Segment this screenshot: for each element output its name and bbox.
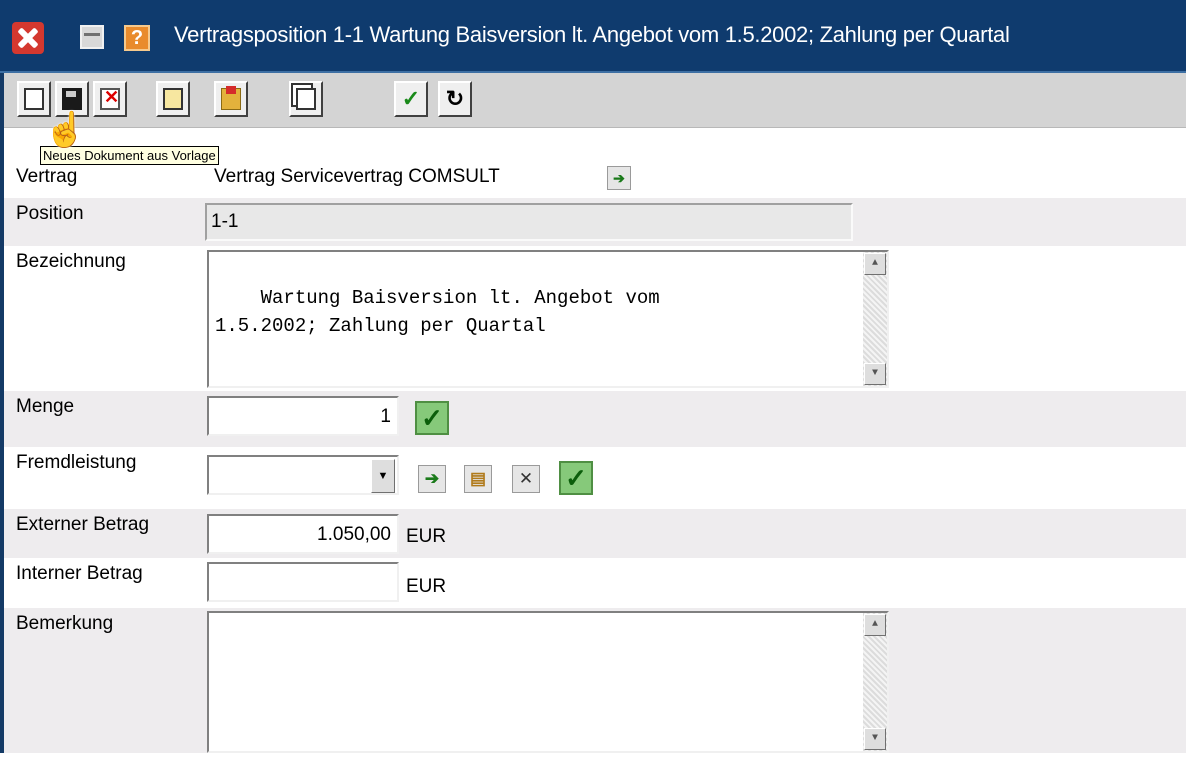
toolbar: ✓ ↻: [4, 73, 1186, 128]
clear-icon[interactable]: ✕: [512, 465, 540, 493]
structure-button[interactable]: [156, 81, 190, 117]
copy-icon: [296, 88, 316, 110]
paste-icon[interactable]: ▤: [464, 465, 492, 493]
interner-betrag-input[interactable]: [207, 562, 399, 602]
delete-icon: [100, 87, 120, 110]
row-menge: Menge 1 ✓: [4, 391, 1186, 447]
label-bemerkung: Bemerkung: [16, 613, 114, 634]
window-title: Vertragsposition 1-1 Wartung Baisversion…: [174, 22, 1010, 47]
row-bezeichnung: Bezeichnung Wartung Baisversion lt. Ange…: [4, 246, 1186, 391]
bemerkung-scrollbar[interactable]: ▲ ▼: [863, 613, 887, 751]
folder-icon: [221, 86, 241, 110]
delete-button[interactable]: [93, 81, 127, 117]
refresh-button[interactable]: ↻: [438, 81, 472, 117]
tree-icon: [163, 88, 183, 110]
label-interner-betrag: Interner Betrag: [16, 563, 143, 584]
confirm-button[interactable]: ✓: [394, 81, 428, 117]
scroll-down-icon[interactable]: ▼: [864, 728, 886, 750]
open-vertrag-button[interactable]: ➔: [607, 166, 631, 190]
open-fremdleistung-button[interactable]: ➔: [418, 465, 446, 493]
label-bezeichnung: Bezeichnung: [16, 251, 126, 272]
bemerkung-textarea[interactable]: ▲ ▼: [207, 611, 889, 753]
close-icon[interactable]: [12, 22, 44, 54]
row-interner-betrag: Interner Betrag EUR: [4, 558, 1186, 608]
menge-input[interactable]: 1: [207, 396, 399, 436]
scroll-up-icon[interactable]: ▲: [864, 614, 886, 636]
scroll-up-icon[interactable]: ▲: [864, 253, 886, 275]
open-folder-button[interactable]: [214, 81, 248, 117]
row-externer-betrag: Externer Betrag 1.050,00 EUR: [4, 509, 1186, 558]
externer-betrag-input[interactable]: 1.050,00: [207, 514, 399, 554]
bezeichnung-scrollbar[interactable]: ▲ ▼: [863, 252, 887, 386]
label-position: Position: [16, 203, 84, 224]
checkmark-icon: ✓: [401, 86, 421, 111]
bezeichnung-text: Wartung Baisversion lt. Angebot vom 1.5.…: [215, 287, 660, 337]
position-field: 1-1: [205, 203, 853, 241]
row-bemerkung: Bemerkung ▲ ▼: [4, 608, 1186, 753]
help-icon[interactable]: ?: [124, 25, 150, 51]
save-icon: [62, 88, 82, 110]
label-menge: Menge: [16, 396, 75, 417]
chevron-down-icon[interactable]: ▼: [371, 459, 395, 493]
fremdleistung-select[interactable]: ▼: [207, 455, 399, 495]
hand-cursor-icon: ☝: [44, 111, 87, 149]
refresh-icon: ↻: [445, 86, 465, 111]
vertrag-value: Vertrag Servicevertrag COMSULT: [214, 166, 500, 187]
label-fremdleistung: Fremdleistung: [16, 452, 137, 473]
bezeichnung-textarea[interactable]: Wartung Baisversion lt. Angebot vom 1.5.…: [207, 250, 889, 388]
interner-betrag-unit: EUR: [406, 576, 447, 597]
new-document-icon: [24, 88, 44, 110]
externer-betrag-unit: EUR: [406, 526, 447, 547]
minimize-icon[interactable]: [80, 25, 104, 49]
row-position: Position 1-1: [4, 198, 1186, 246]
copy-button[interactable]: [289, 81, 323, 117]
row-fremdleistung: Fremdleistung ▼ ➔ ▤ ✕ ✓: [4, 447, 1186, 509]
fremdleistung-ok-button[interactable]: ✓: [559, 461, 593, 495]
label-vertrag: Vertrag: [16, 166, 78, 187]
label-externer-betrag: Externer Betrag: [16, 514, 150, 535]
menge-ok-button[interactable]: ✓: [415, 401, 449, 435]
title-bar: ? Vertragsposition 1-1 Wartung Baisversi…: [0, 0, 1186, 73]
scroll-down-icon[interactable]: ▼: [864, 363, 886, 385]
